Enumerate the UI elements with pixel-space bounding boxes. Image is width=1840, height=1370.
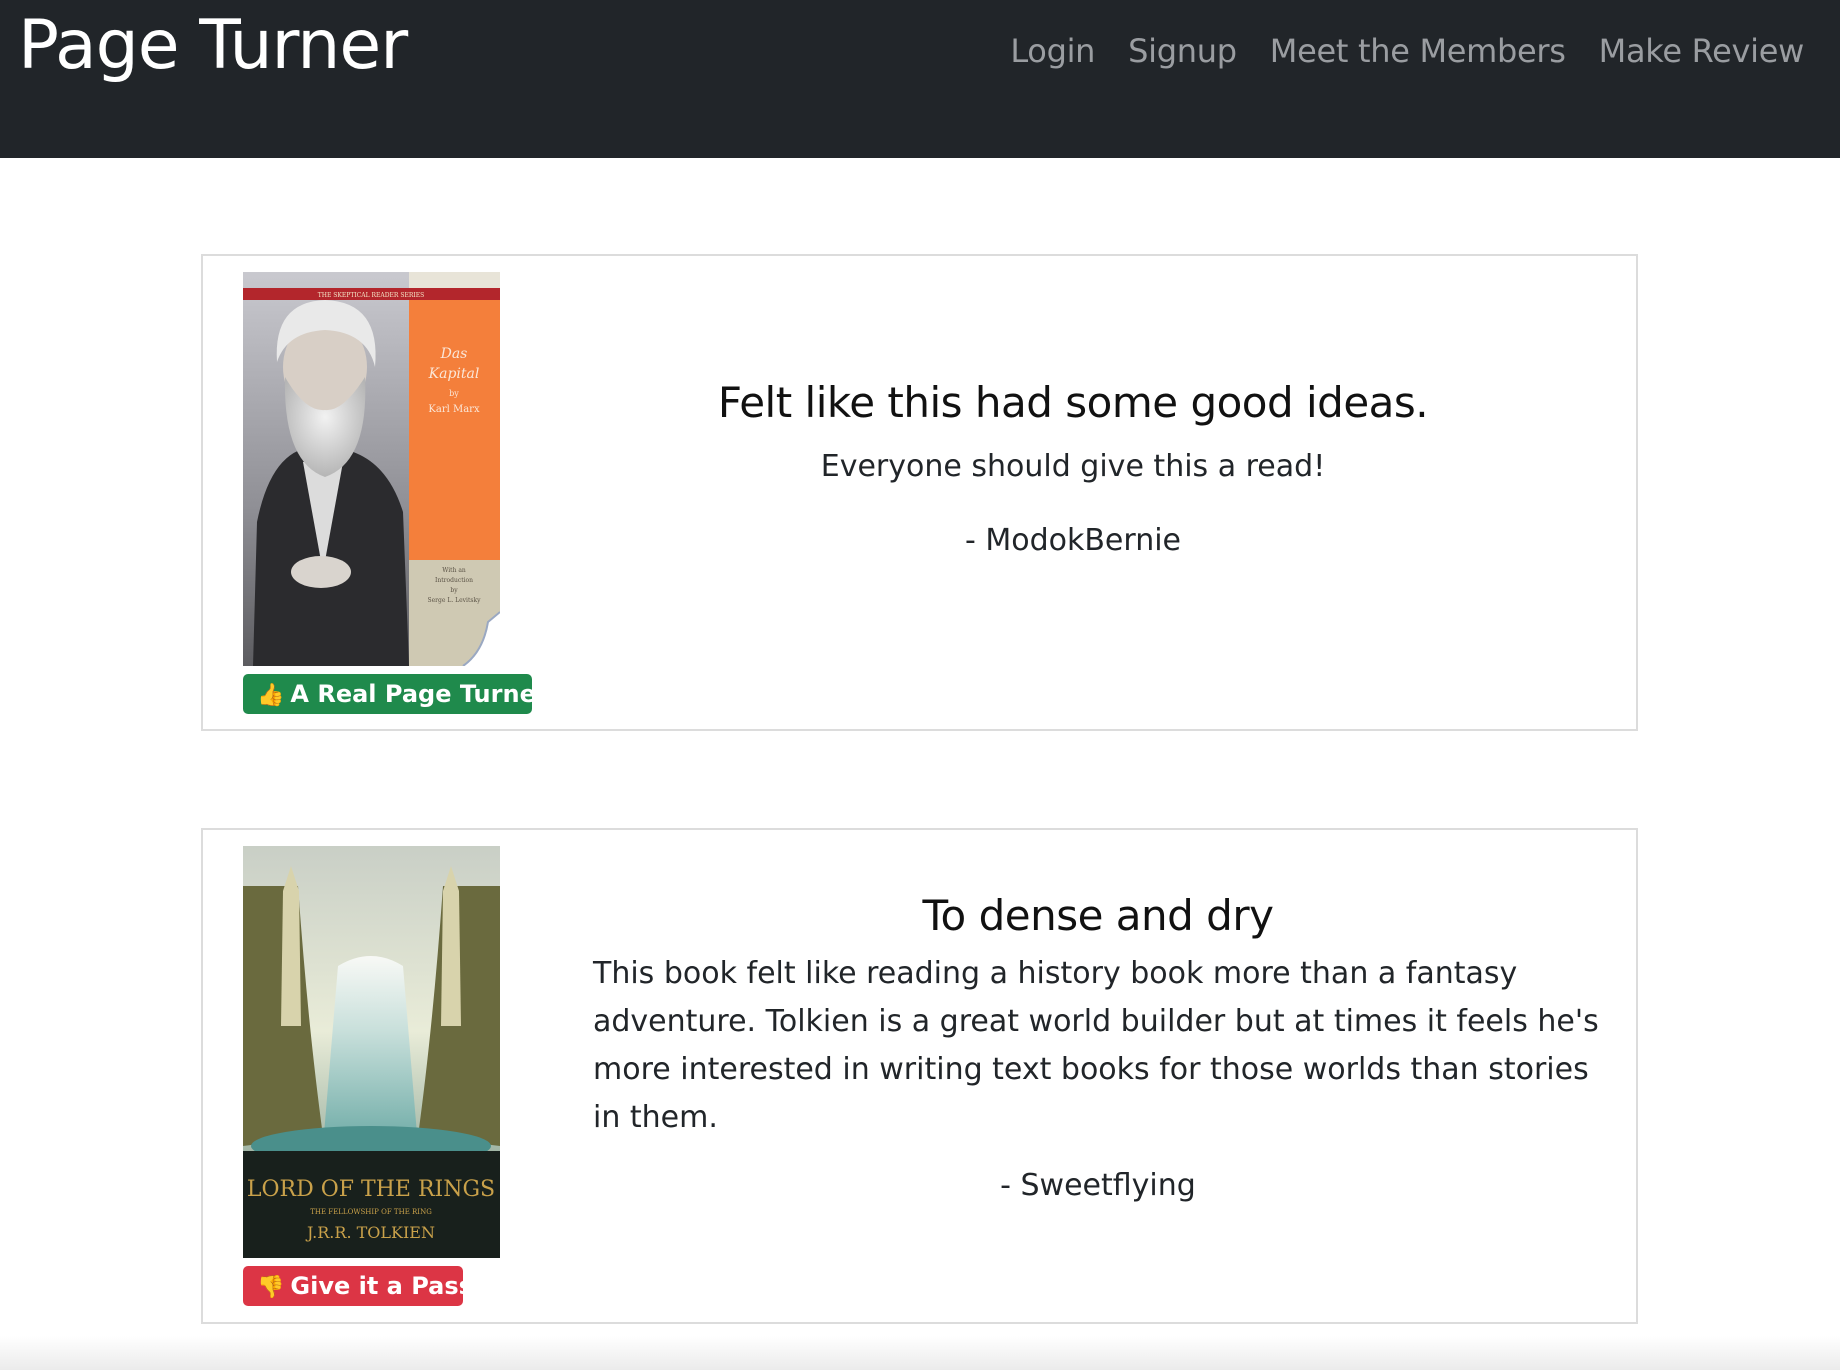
review-author: - Sweetflying xyxy=(1000,1168,1196,1203)
rating-badge-negative: 👎 Give it a Pass xyxy=(243,1266,473,1306)
svg-text:by: by xyxy=(449,389,459,398)
nav-members-link[interactable]: Meet the Members xyxy=(1270,30,1566,72)
lord-of-the-rings-cover-image: LORD OF THE RINGS THE FELLOWSHIP OF THE … xyxy=(243,846,500,1258)
bottom-fade xyxy=(0,1336,1840,1370)
svg-text:Introduction: Introduction xyxy=(435,577,473,584)
cover-series-text: THE SKEPTICAL READER SERIES xyxy=(318,292,424,299)
cover-title-text: LORD OF THE RINGS xyxy=(247,1177,495,1202)
review-card: THE SKEPTICAL READER SERIES Das Kapital … xyxy=(201,254,1638,731)
review-body: Everyone should give this a read! xyxy=(820,449,1326,484)
thumbs-up-icon: 👍 xyxy=(257,683,285,708)
brand-logo[interactable]: Page Turner xyxy=(18,6,408,86)
thumbs-down-icon: 👎 xyxy=(257,1275,285,1300)
navbar: Page Turner Login Signup Meet the Member… xyxy=(0,0,1840,158)
svg-text:Kapital: Kapital xyxy=(428,366,480,382)
rating-badge-positive: 👍 A Real Page Turner xyxy=(243,674,548,714)
das-kapital-cover-image: THE SKEPTICAL READER SERIES Das Kapital … xyxy=(243,272,500,666)
svg-text:Das: Das xyxy=(440,346,468,362)
svg-text:THE FELLOWSHIP OF THE RING: THE FELLOWSHIP OF THE RING xyxy=(310,1208,432,1216)
nav-login-link[interactable]: Login xyxy=(1010,30,1095,72)
svg-text:Karl Marx: Karl Marx xyxy=(428,404,480,415)
review-author: - ModokBernie xyxy=(964,523,1182,558)
review-content: To dense and dry This book felt like rea… xyxy=(593,890,1603,1206)
review-content: Felt like this had some good ideas. Ever… xyxy=(553,377,1593,561)
nav-links: Login Signup Meet the Members Make Revie… xyxy=(1010,30,1804,72)
review-title: To dense and dry xyxy=(922,891,1274,940)
badge-label: Give it a Pass xyxy=(290,1272,473,1300)
nav-signup-link[interactable]: Signup xyxy=(1128,30,1237,72)
badge-label: A Real Page Turner xyxy=(290,680,548,708)
svg-text:Serge L. Levitsky: Serge L. Levitsky xyxy=(428,597,482,604)
svg-text:With an: With an xyxy=(442,567,466,574)
nav-make-review-link[interactable]: Make Review xyxy=(1599,30,1805,72)
review-body: This book felt like reading a history bo… xyxy=(593,956,1599,1135)
review-card: LORD OF THE RINGS THE FELLOWSHIP OF THE … xyxy=(201,828,1638,1324)
review-title: Felt like this had some good ideas. xyxy=(717,378,1429,427)
svg-text:J.R.R. TOLKIEN: J.R.R. TOLKIEN xyxy=(305,1223,435,1242)
svg-text:by: by xyxy=(450,587,458,594)
